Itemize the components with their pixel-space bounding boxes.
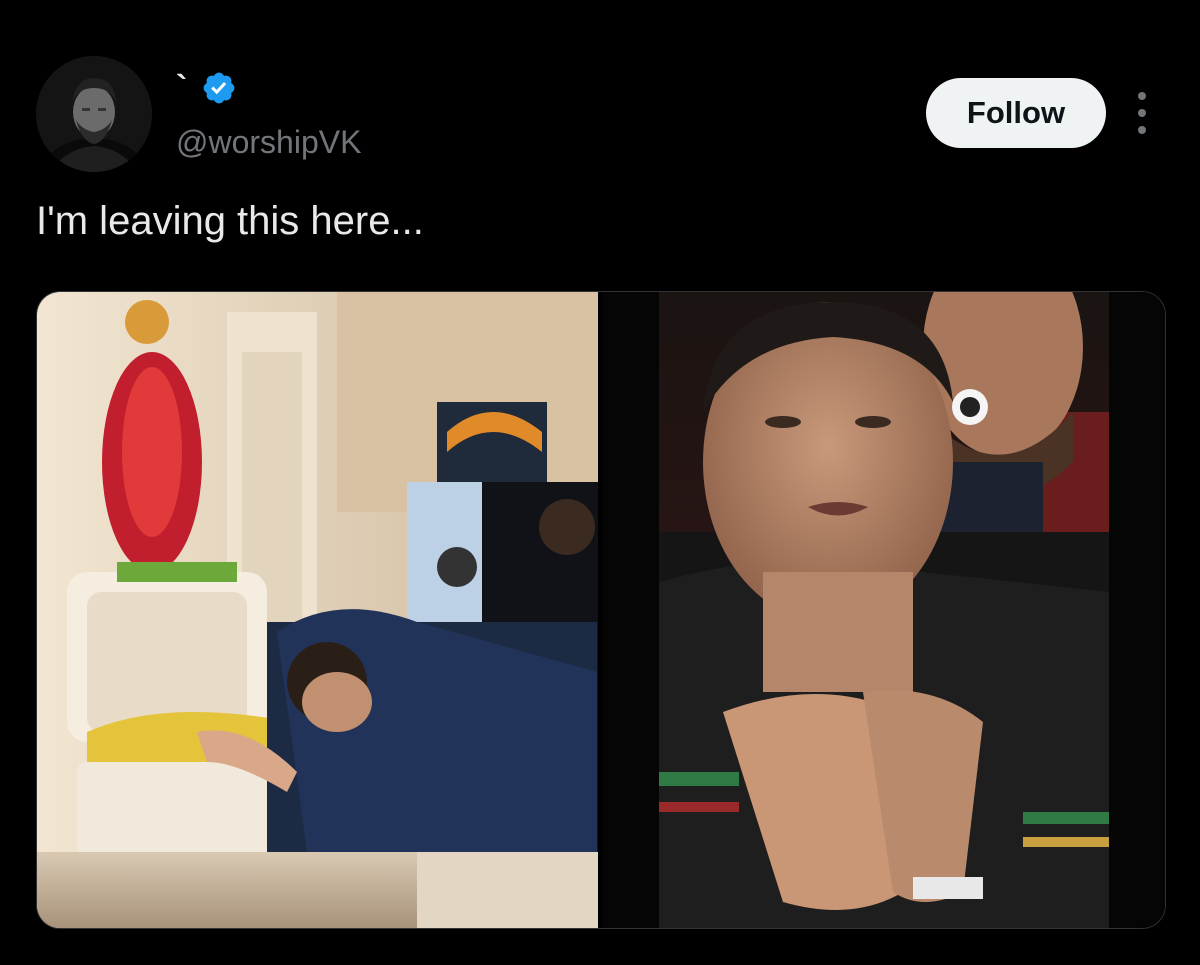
media-grid <box>36 291 1166 929</box>
avatar-image <box>36 56 152 172</box>
author-display-name[interactable]: ` <box>176 71 187 105</box>
tweet-text: I'm leaving this here... <box>36 199 424 243</box>
temple-prayer-photo[interactable] <box>37 292 598 928</box>
author-handle[interactable]: @worshipVK <box>176 122 361 162</box>
footballer-photo-image <box>603 292 1165 928</box>
tweet-card: ` @worshipVK Follow I'm leaving this her… <box>0 0 1200 965</box>
author-avatar[interactable] <box>36 56 152 172</box>
author-name-row: ` <box>176 66 237 110</box>
verified-badge-icon <box>203 72 235 104</box>
more-options-icon[interactable] <box>1124 92 1160 134</box>
temple-photo-image <box>37 292 598 928</box>
follow-button[interactable]: Follow <box>926 78 1106 148</box>
more-dot <box>1138 92 1146 100</box>
more-dot <box>1138 109 1146 117</box>
more-dot <box>1138 126 1146 134</box>
praying-footballer-photo[interactable] <box>603 292 1165 928</box>
